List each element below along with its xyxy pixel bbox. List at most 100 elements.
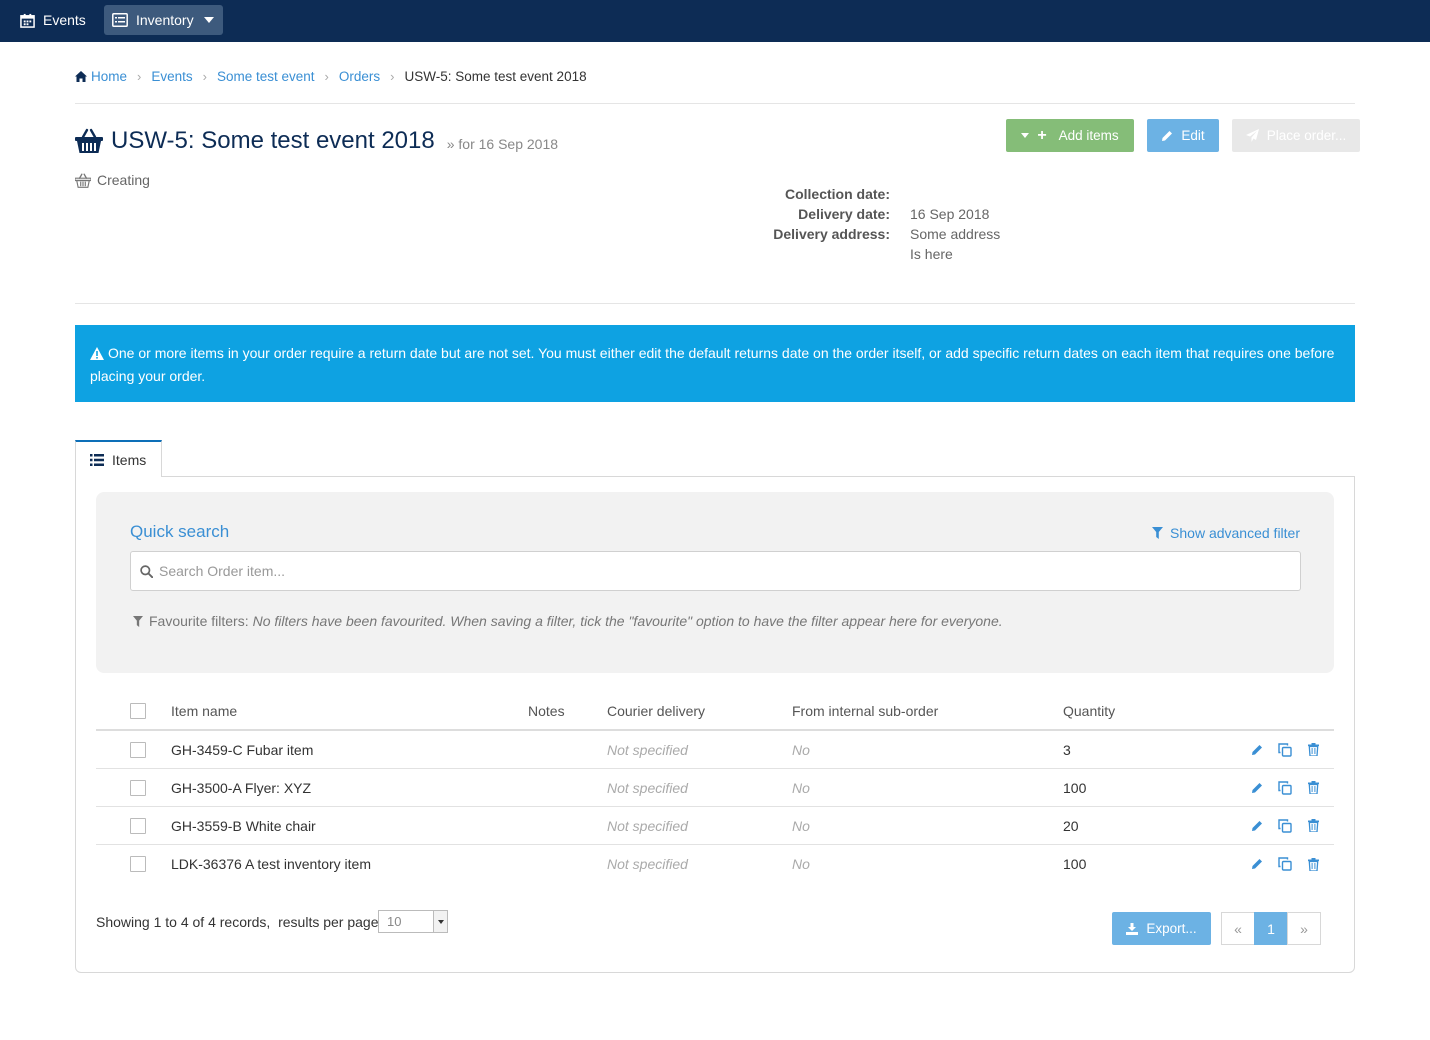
chevron-down-icon: [1021, 133, 1030, 138]
list-box-icon: [112, 13, 128, 27]
page-next-button[interactable]: »: [1287, 912, 1321, 945]
row-actions: [1249, 769, 1321, 806]
pencil-icon: [1162, 130, 1173, 141]
delivery-date-label: Delivery date:: [798, 206, 890, 222]
breadcrumb-current: USW-5: Some test event 2018: [404, 68, 587, 84]
pencil-icon[interactable]: [1249, 780, 1265, 796]
delivery-address-row-2: Is here: [700, 244, 1100, 264]
search-icon: [140, 564, 153, 578]
item-quantity: 100: [1063, 779, 1087, 796]
quick-search-box: Quick search Show advanced filter Favour…: [96, 492, 1334, 673]
favourite-filters: Favourite filters: No filters have been …: [133, 613, 1003, 629]
item-courier: Not specified: [607, 779, 688, 796]
pagination: « 1 »: [1221, 912, 1321, 945]
collection-date-label: Collection date:: [784, 186, 890, 202]
table-row: GH-3500-A Flyer: XYZ Not specified No 10…: [96, 769, 1334, 807]
collection-date-row: Collection date:: [700, 184, 1100, 204]
breadcrumb-home-label: Home: [91, 68, 128, 84]
records-summary: Showing 1 to 4 of 4 records, results per…: [96, 914, 383, 930]
item-sub-order: No: [792, 817, 810, 834]
page-prev-button[interactable]: «: [1221, 912, 1255, 945]
table-header: Item name Notes Courier delivery From in…: [96, 693, 1334, 731]
page-1-button[interactable]: 1: [1254, 912, 1288, 945]
column-header-quantity[interactable]: Quantity: [1063, 693, 1115, 729]
order-items-table: Item name Notes Courier delivery From in…: [96, 693, 1334, 883]
page-title: USW-5: Some test event 2018: [111, 127, 435, 154]
trash-icon[interactable]: [1305, 818, 1321, 834]
basket-icon: [75, 173, 91, 188]
order-details: Collection date: Delivery date: 16 Sep 2…: [700, 184, 1100, 264]
item-courier: Not specified: [607, 856, 688, 872]
pencil-icon[interactable]: [1249, 818, 1265, 834]
search-field[interactable]: [130, 551, 1301, 591]
copy-icon[interactable]: [1277, 780, 1293, 796]
column-header-sub-order[interactable]: From internal sub-order: [792, 693, 938, 729]
chevron-right-icon: ›: [324, 68, 329, 84]
delivery-date-value: 16 Sep 2018: [910, 206, 990, 222]
row-actions: [1249, 731, 1321, 768]
alert-text: One or more items in your order require …: [90, 345, 1335, 384]
item-sub-order: No: [792, 741, 810, 758]
item-quantity: 100: [1063, 856, 1087, 872]
edit-label: Edit: [1181, 128, 1205, 143]
divider: [75, 103, 1355, 104]
chevron-down-icon: [203, 17, 214, 23]
trash-icon[interactable]: [1305, 780, 1321, 796]
column-header-notes[interactable]: Notes: [528, 693, 565, 729]
plus-icon: +: [1037, 126, 1047, 144]
row-checkbox[interactable]: [130, 741, 146, 758]
breadcrumb-home[interactable]: Home: [75, 69, 127, 84]
pencil-icon[interactable]: [1249, 856, 1265, 872]
show-advanced-filter-link[interactable]: Show advanced filter: [1152, 525, 1300, 541]
item-name: GH-3500-A Flyer: XYZ: [171, 779, 312, 796]
delivery-address-line1: Some address: [910, 226, 1001, 242]
send-icon: [1245, 129, 1259, 142]
trash-icon[interactable]: [1305, 742, 1321, 758]
item-quantity: 20: [1063, 817, 1079, 834]
row-actions: [1249, 807, 1321, 844]
calendar-icon: [20, 13, 35, 28]
column-header-courier[interactable]: Courier delivery: [607, 693, 705, 729]
row-checkbox[interactable]: [130, 856, 146, 872]
results-per-page-value: 10: [387, 914, 402, 929]
copy-icon[interactable]: [1277, 818, 1293, 834]
nav-inventory-dropdown[interactable]: Inventory: [104, 5, 223, 35]
row-checkbox[interactable]: [130, 779, 146, 796]
nav-inventory-label: Inventory: [136, 12, 194, 28]
column-header-item-name[interactable]: Item name: [171, 693, 237, 729]
item-name: LDK-36376 A test inventory item: [171, 856, 371, 872]
chevron-right-icon: ›: [390, 68, 395, 84]
tab-items-label: Items: [112, 451, 147, 468]
add-items-button[interactable]: + Add items: [1006, 119, 1134, 152]
delivery-address-row: Delivery address: Some address: [700, 224, 1100, 244]
delivery-address-line2: Is here: [910, 246, 953, 262]
header-checkbox-cell: [130, 693, 146, 729]
export-button[interactable]: Export...: [1112, 912, 1211, 945]
edit-button[interactable]: Edit: [1147, 119, 1219, 152]
breadcrumb-orders[interactable]: Orders: [339, 69, 380, 84]
chevron-down-icon[interactable]: [433, 911, 447, 932]
row-checkbox-cell: [130, 845, 146, 883]
select-all-checkbox[interactable]: [130, 703, 146, 719]
download-icon: [1126, 922, 1139, 935]
return-date-alert: One or more items in your order require …: [75, 325, 1355, 402]
item-sub-order: No: [792, 779, 810, 796]
order-status-label: Creating: [97, 172, 150, 188]
trash-icon[interactable]: [1305, 856, 1321, 872]
tab-items[interactable]: Items: [75, 440, 162, 477]
row-checkbox[interactable]: [130, 817, 146, 834]
results-per-page-select[interactable]: 10: [378, 910, 448, 933]
place-order-button[interactable]: Place order...: [1232, 119, 1360, 152]
copy-icon[interactable]: [1277, 742, 1293, 758]
search-input[interactable]: [159, 563, 1259, 579]
pencil-icon[interactable]: [1249, 742, 1265, 758]
breadcrumb-events[interactable]: Events: [151, 69, 192, 84]
nav-events[interactable]: Events: [12, 5, 94, 35]
chevron-right-icon: ›: [137, 68, 142, 84]
copy-icon[interactable]: [1277, 856, 1293, 872]
breadcrumb-event[interactable]: Some test event: [217, 69, 315, 84]
order-status: Creating: [75, 172, 150, 188]
add-items-label: Add items: [1058, 128, 1119, 143]
item-sub-order: No: [792, 856, 810, 872]
list-icon: [90, 453, 104, 466]
